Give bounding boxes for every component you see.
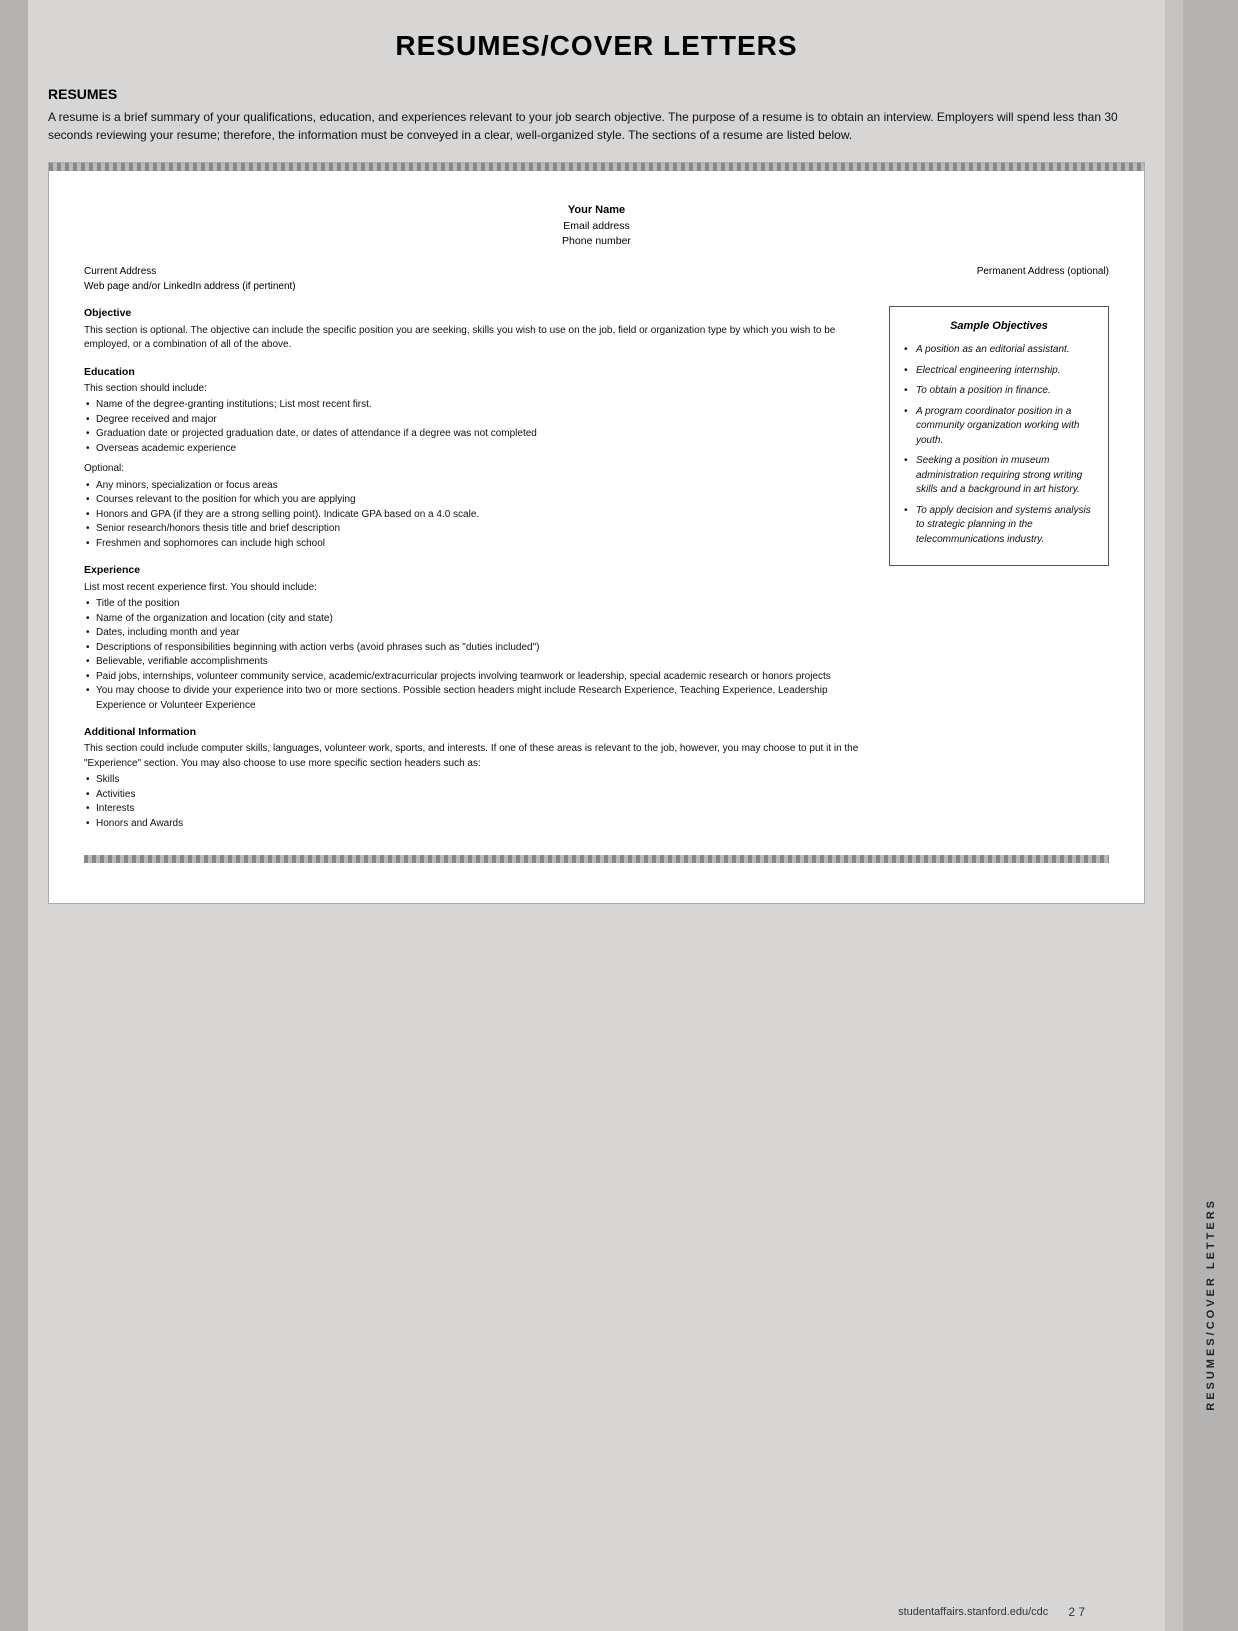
- footer-url: studentaffairs.stanford.edu/cdc: [898, 1606, 1048, 1618]
- edu-opt-4: Senior research/honors thesis title and …: [84, 522, 873, 537]
- exp-item-3: Dates, including month and year: [84, 626, 873, 641]
- education-list: Name of the degree-granting institutions…: [84, 398, 873, 456]
- permanent-address-label: Permanent Address (optional): [977, 265, 1109, 294]
- obj-4: A program coordinator position in a comm…: [904, 405, 1094, 449]
- current-address-label: Current Address: [84, 265, 296, 280]
- edu-opt-2: Courses relevant to the position for whi…: [84, 493, 873, 508]
- resume-phone: Phone number: [84, 234, 1109, 249]
- add-item-4: Honors and Awards: [84, 817, 873, 832]
- obj-5: Seeking a position in museum administrat…: [904, 454, 1094, 498]
- sidebar-label: RESUMES/COVER LETTERS: [1205, 1198, 1217, 1411]
- left-decorative-bar: [0, 0, 28, 1631]
- sample-objectives-column: Sample Objectives A position as an edito…: [889, 306, 1109, 835]
- education-item-3: Graduation date or projected graduation …: [84, 427, 873, 442]
- resume-body: Objective This section is optional. The …: [84, 306, 1109, 835]
- exp-item-6: Paid jobs, internships, volunteer commun…: [84, 670, 873, 685]
- resumes-section-heading: RESUMES: [48, 86, 1145, 102]
- edu-opt-3: Honors and GPA (if they are a strong sel…: [84, 508, 873, 523]
- sample-objectives-box: Sample Objectives A position as an edito…: [889, 306, 1109, 566]
- education-item-1: Name of the degree-granting institutions…: [84, 398, 873, 413]
- education-item-4: Overseas academic experience: [84, 442, 873, 457]
- objective-text: This section is optional. The objective …: [84, 324, 873, 353]
- exp-item-1: Title of the position: [84, 597, 873, 612]
- page-title: RESUMES/COVER LETTERS: [48, 30, 1145, 62]
- obj-2: Electrical engineering internship.: [904, 364, 1094, 379]
- resume-document: Your Name Email address Phone number Cur…: [48, 162, 1145, 904]
- resume-header: Your Name Email address Phone number: [84, 203, 1109, 249]
- objective-title: Objective: [84, 306, 873, 321]
- sample-objectives-list: A position as an editorial assistant. El…: [904, 343, 1094, 547]
- education-optional-list: Any minors, specialization or focus area…: [84, 479, 873, 552]
- intro-paragraph: A resume is a brief summary of your qual…: [48, 108, 1145, 144]
- additional-text: This section could include computer skil…: [84, 742, 873, 771]
- edu-opt-5: Freshmen and sophomores can include high…: [84, 537, 873, 552]
- resume-email: Email address: [84, 219, 1109, 234]
- add-item-2: Activities: [84, 788, 873, 803]
- main-content: RESUMES/COVER LETTERS RESUMES A resume i…: [28, 0, 1165, 1631]
- edu-opt-1: Any minors, specialization or focus area…: [84, 479, 873, 494]
- exp-item-4: Descriptions of responsibilities beginni…: [84, 641, 873, 656]
- education-title: Education: [84, 365, 873, 380]
- add-item-3: Interests: [84, 802, 873, 817]
- inner-right-bar: [1165, 0, 1183, 1631]
- footer-page: 2 7: [1068, 1605, 1085, 1619]
- web-address: Web page and/or LinkedIn address (if per…: [84, 280, 296, 295]
- experience-title: Experience: [84, 563, 873, 578]
- address-row: Current Address Web page and/or LinkedIn…: [84, 265, 1109, 294]
- exp-item-2: Name of the organization and location (c…: [84, 612, 873, 627]
- obj-3: To obtain a position in finance.: [904, 384, 1094, 399]
- additional-title: Additional Information: [84, 725, 873, 740]
- page-wrapper: RESUMES/COVER LETTERS RESUMES A resume i…: [0, 0, 1238, 1631]
- exp-item-5: Believable, verifiable accomplishments: [84, 655, 873, 670]
- obj-1: A position as an editorial assistant.: [904, 343, 1094, 358]
- exp-item-7: You may choose to divide your experience…: [84, 684, 873, 713]
- experience-list: Title of the position Name of the organi…: [84, 597, 873, 713]
- optional-label: Optional:: [84, 462, 873, 477]
- resume-bottom-border: [84, 855, 1109, 863]
- page-footer: studentaffairs.stanford.edu/cdc 2 7: [898, 1605, 1085, 1619]
- education-intro: This section should include:: [84, 382, 873, 397]
- resume-name: Your Name: [84, 203, 1109, 219]
- sample-objectives-title: Sample Objectives: [904, 319, 1094, 335]
- outer-right-bar: RESUMES/COVER LETTERS: [1183, 0, 1238, 1631]
- experience-intro: List most recent experience first. You s…: [84, 581, 873, 596]
- additional-list: Skills Activities Interests Honors and A…: [84, 773, 873, 831]
- obj-6: To apply decision and systems analysis t…: [904, 504, 1094, 548]
- add-item-1: Skills: [84, 773, 873, 788]
- resume-left-column: Objective This section is optional. The …: [84, 306, 873, 835]
- education-item-2: Degree received and major: [84, 413, 873, 428]
- current-address-block: Current Address Web page and/or LinkedIn…: [84, 265, 296, 294]
